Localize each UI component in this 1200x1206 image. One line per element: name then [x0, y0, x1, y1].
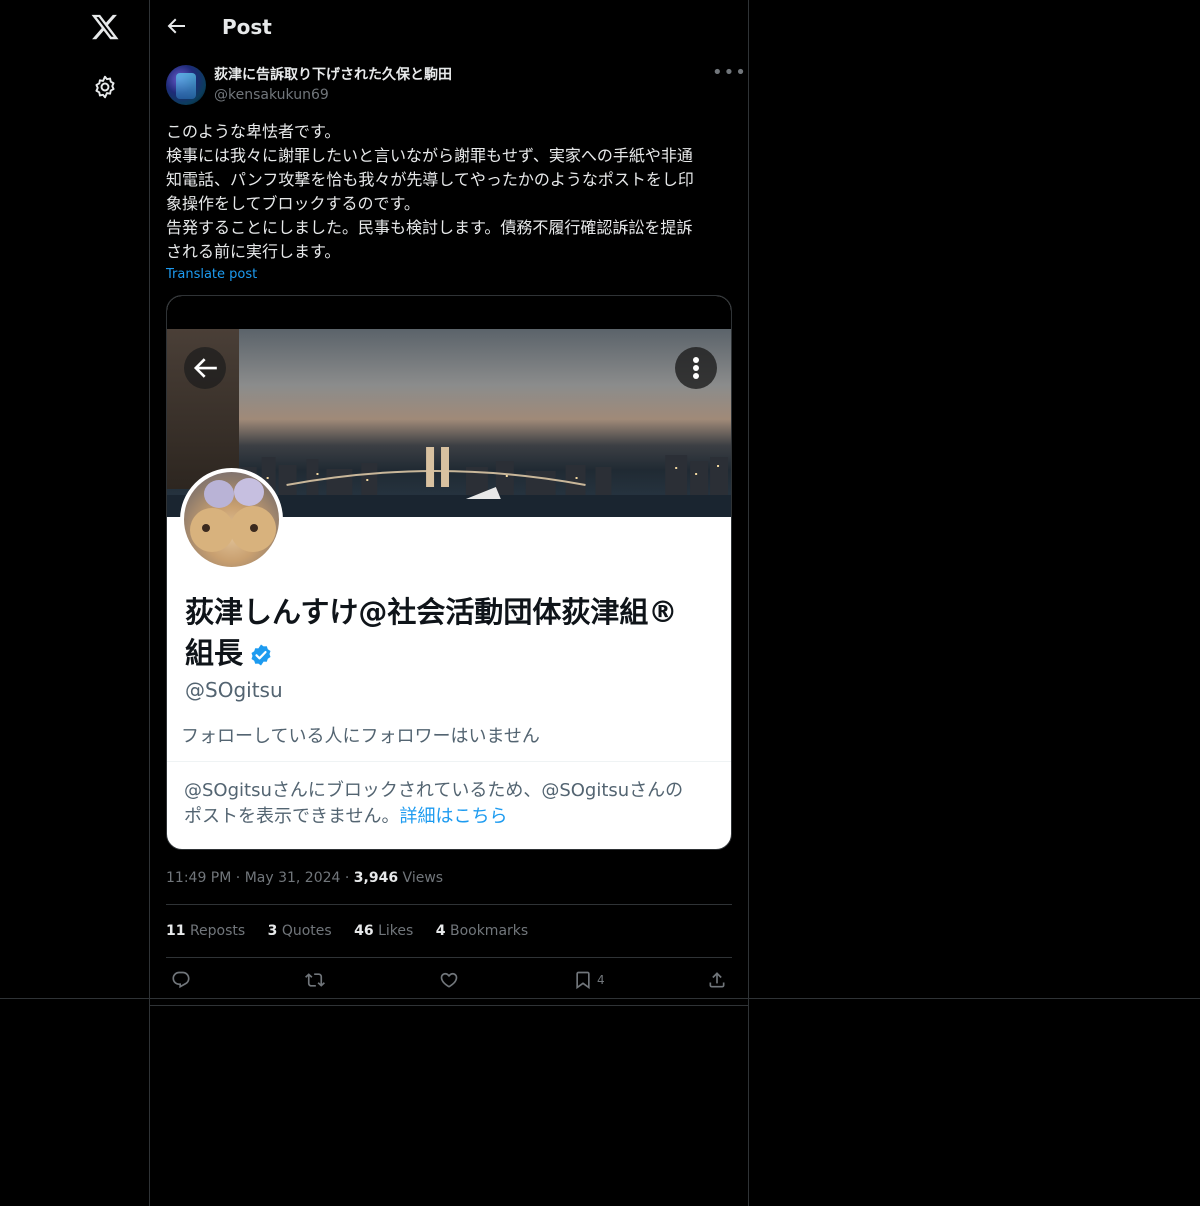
arrow-left-icon	[167, 18, 185, 34]
repost-icon	[305, 973, 325, 987]
divider	[149, 1005, 749, 1006]
stat-count: 46	[354, 923, 374, 939]
bookmark-icon	[576, 971, 590, 990]
post-text-line: 告発することにしました。民事も検討します。債務不履行確認訴訟を提訴	[166, 218, 693, 237]
divider	[166, 904, 732, 905]
embedded-name-line: 荻津しんすけ@社会活動団体荻津組®	[185, 595, 678, 629]
block-message-line-2: ポストを表示できません。詳細はこちら	[184, 804, 724, 830]
embedded-profile-handle: @SOgitsu	[185, 678, 283, 702]
vertical-ellipsis-icon	[693, 357, 699, 379]
embedded-name-text: 組長	[185, 636, 244, 670]
page-title: Post	[222, 15, 272, 39]
divider	[0, 998, 1200, 999]
app-root: Post 荻津に告訴取り下げされた久保と駒田 @kensakukun69 •••…	[0, 0, 1200, 1206]
ellipsis-icon[interactable]: •••	[712, 64, 746, 84]
image-topbar	[167, 296, 731, 329]
reposts-stat[interactable]: 11 Reposts	[166, 923, 245, 939]
block-message-line: @SOgitsuさんにブロックされているため、@SOgitsuさんの	[184, 780, 684, 801]
bear-eye	[202, 524, 210, 532]
post-text-line: される前に実行します。	[166, 242, 341, 261]
stat-count: 11	[166, 923, 186, 939]
post-text-line: 知電話、パンフ攻撃を恰も我々が先導してやったかのようなポストをし印	[166, 170, 694, 189]
arrow-left-icon	[193, 358, 217, 378]
embedded-name-line-2: 組長	[185, 633, 715, 674]
stat-label: Likes	[378, 923, 414, 939]
back-button[interactable]	[164, 14, 190, 40]
translate-post-link[interactable]: Translate post	[166, 266, 257, 284]
embedded-profile-avatar	[180, 468, 283, 571]
verified-badge-icon	[251, 644, 271, 666]
share-button[interactable]	[707, 970, 727, 992]
block-message-text: ポストを表示できません。	[184, 806, 400, 827]
reply-icon	[172, 971, 190, 989]
embedded-block-message: @SOgitsuさんにブロックされているため、@SOgitsuさんの ポストを表…	[184, 778, 724, 830]
stat-label: Quotes	[281, 923, 332, 939]
post-date[interactable]: May 31, 2024	[245, 870, 341, 886]
plush-bear	[190, 508, 234, 552]
embedded-profile-name: 荻津しんすけ@社会活動団体荻津組® 組長	[185, 592, 715, 674]
image-back-button	[184, 347, 226, 389]
column-border-left	[149, 0, 150, 1206]
bookmark-button[interactable]: 4	[573, 970, 605, 992]
plush-bear	[234, 478, 264, 506]
post-text-line: 象操作をしてブロックするのです。	[166, 194, 420, 213]
nav-rail	[0, 0, 149, 1206]
repost-button[interactable]	[305, 970, 325, 992]
quotes-stat[interactable]: 3 Quotes	[268, 923, 332, 939]
embedded-followers-note: フォローしている人にフォロワーはいません	[181, 726, 540, 747]
plush-bear	[204, 480, 234, 508]
like-button[interactable]	[439, 970, 459, 992]
bookmark-count: 4	[597, 973, 605, 987]
block-details-link: 詳細はこちら	[399, 806, 508, 827]
share-icon	[709, 972, 725, 988]
post-time[interactable]: 11:49 PM	[166, 870, 231, 886]
reply-button[interactable]	[171, 970, 191, 992]
gear-icon[interactable]	[92, 74, 118, 100]
column-border-right	[748, 0, 749, 1206]
divider	[166, 957, 732, 958]
likes-stat[interactable]: 46 Likes	[354, 923, 413, 939]
views-label: Views	[402, 870, 444, 886]
author-handle[interactable]: @kensakukun69	[214, 86, 329, 104]
views-count: 3,946	[353, 870, 399, 886]
author-avatar[interactable]	[166, 65, 206, 105]
attached-image[interactable]: 荻津しんすけ@社会活動団体荻津組® 組長 @SOgitsu フォローしている人に…	[166, 295, 732, 850]
post-text-line: このような卑怯者です。	[166, 122, 341, 141]
post-text-line: 検事には我々に謝罪したいと言いながら謝罪もせず、実家への手紙や非通	[166, 146, 693, 165]
bear-eye	[250, 524, 258, 532]
heart-icon	[440, 972, 458, 988]
x-logo-icon[interactable]	[90, 12, 120, 42]
meta-separator: ·	[235, 870, 241, 886]
meta-separator: ·	[344, 870, 350, 886]
bookmarks-stat[interactable]: 4 Bookmarks	[436, 923, 528, 939]
stat-label: Reposts	[189, 923, 246, 939]
embedded-divider	[167, 761, 731, 762]
engagement-stats: 11 Reposts 3 Quotes 46 Likes 4 Bookmarks	[166, 921, 546, 941]
stat-count: 4	[435, 923, 446, 939]
author-name[interactable]: 荻津に告訴取り下げされた久保と駒田	[214, 66, 452, 84]
post-meta: 11:49 PM · May 31, 2024 · 3,946 Views	[166, 868, 443, 888]
image-more-button	[675, 347, 717, 389]
post-text: このような卑怯者です。 検事には我々に謝罪したいと言いながら謝罪もせず、実家への…	[166, 120, 736, 264]
stat-count: 3	[267, 923, 278, 939]
stat-label: Bookmarks	[449, 923, 529, 939]
